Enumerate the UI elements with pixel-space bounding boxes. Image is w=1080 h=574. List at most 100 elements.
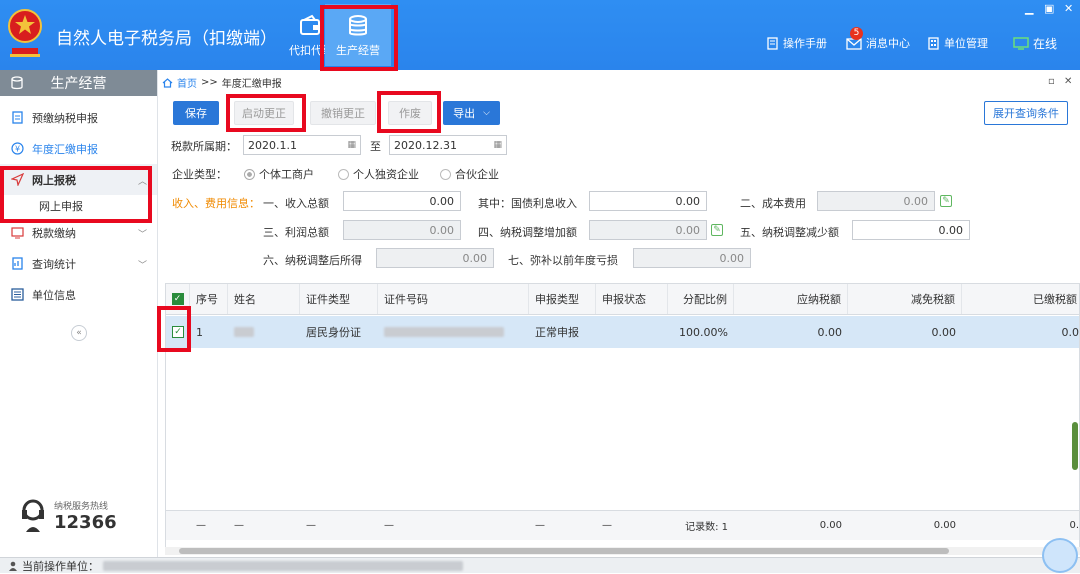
- radio-individual[interactable]: 个体工商户: [244, 166, 314, 182]
- panel-restore-icon[interactable]: ▫: [1048, 76, 1055, 87]
- vertical-scrollbar[interactable]: [1072, 422, 1078, 470]
- column-header: 申报状态: [596, 284, 668, 314]
- sidebar-collapse-button[interactable]: «: [71, 325, 87, 341]
- footer-tax-paid: 0.: [1069, 520, 1079, 531]
- footer-dash: —: [234, 520, 244, 531]
- manual-label: 操作手册: [783, 37, 827, 50]
- sidebar: 生产经营 预缴纳税申报 ¥ 年度汇缴申报 网上报税 ︿ 网上申报 税款缴纳 ﹀ …: [0, 70, 158, 557]
- field-label: 七、弥补以前年度亏损: [508, 254, 618, 267]
- adjusted-income-input: 0.00: [376, 248, 494, 268]
- module-business-tab[interactable]: 生产经营: [325, 4, 391, 66]
- list-icon: [11, 288, 24, 301]
- hotline-label: 纳税服务热线: [54, 502, 109, 512]
- sidebar-item-annual[interactable]: ¥ 年度汇缴申报: [0, 133, 157, 164]
- sidebar-item-label: 年度汇缴申报: [32, 142, 98, 156]
- hotline: 纳税服务热线 12366: [18, 498, 117, 534]
- cell-id-type: 居民身份证: [306, 326, 361, 339]
- online-status[interactable]: 在线: [1013, 35, 1057, 52]
- table-row[interactable]: ✓ 1 居民身份证 正常申报 100.00% 0.00 0.00 0.0: [166, 316, 1080, 348]
- footer-dash: —: [196, 520, 206, 531]
- field-label: 三、利润总额: [263, 226, 329, 239]
- unit-management-button[interactable]: 单位管理: [927, 35, 988, 51]
- column-header: 应纳税额: [734, 284, 848, 314]
- breadcrumb-separator: >>: [201, 77, 218, 88]
- sidebar-subitem-label: 网上申报: [39, 200, 83, 213]
- void-button[interactable]: 作废: [388, 101, 432, 125]
- radio-sole-proprietor[interactable]: 个人独资企业: [338, 166, 419, 182]
- export-label: 导出: [453, 107, 476, 120]
- sidebar-item-online-tax[interactable]: 网上报税 ︿: [0, 164, 157, 195]
- enterprise-type-label: 企业类型：: [172, 168, 227, 181]
- total-income-input[interactable]: 0.00: [343, 191, 461, 211]
- cell-tax-paid: 0.0: [1061, 325, 1080, 339]
- breadcrumb: 首页 >> 年度汇缴申报: [162, 75, 282, 90]
- radio-selected-icon: [244, 169, 255, 180]
- cancel-correction-button[interactable]: 撤销更正: [310, 101, 376, 125]
- period-to-input[interactable]: 2020.12.31 ▦: [389, 135, 507, 155]
- unit-mgmt-label: 单位管理: [944, 37, 988, 50]
- table-header: ✓ 序号 姓名 证件类型 证件号码 申报类型 申报状态 分配比例 应纳税额 减免…: [166, 284, 1079, 315]
- send-icon: [11, 173, 24, 186]
- calendar-icon: ▦: [493, 140, 502, 150]
- footer-record-count: 记录数: 1: [685, 522, 728, 533]
- scrollbar-thumb[interactable]: [179, 548, 949, 554]
- sidebar-item-prepay[interactable]: 预缴纳税申报: [0, 102, 157, 133]
- edit-icon[interactable]: ✎: [940, 195, 952, 207]
- chevron-up-icon: ︿: [137, 177, 147, 187]
- assistant-robot-icon[interactable]: [1042, 538, 1078, 573]
- expand-query-button[interactable]: 展开查询条件: [984, 101, 1068, 125]
- radio-partnership[interactable]: 合伙企业: [440, 166, 499, 182]
- cell-tax-relief: 0.00: [931, 325, 957, 339]
- maximize-icon[interactable]: ▣: [1044, 2, 1054, 15]
- prior-loss-input: 0.00: [633, 248, 751, 268]
- minimize-icon[interactable]: ▁: [1025, 2, 1033, 15]
- tax-increase-input: 0.00: [589, 220, 707, 240]
- export-button[interactable]: 导出 ⌵: [443, 101, 500, 125]
- sidebar-item-unit-info[interactable]: 单位信息: [0, 279, 157, 310]
- clipboard-icon: [12, 111, 23, 124]
- column-header: 已缴税额: [1033, 293, 1077, 306]
- coins-icon: [349, 15, 367, 36]
- edit-icon[interactable]: ✎: [711, 224, 723, 236]
- app-title: 自然人电子税务局（扣缴端）: [56, 29, 277, 49]
- chevron-down-icon: ⌵: [483, 108, 490, 118]
- bond-interest-input[interactable]: 0.00: [589, 191, 707, 211]
- manual-button[interactable]: 操作手册: [766, 35, 827, 51]
- svg-text:¥: ¥: [15, 145, 20, 154]
- chevron-down-icon: ﹀: [137, 230, 147, 240]
- tax-decrease-input[interactable]: 0.00: [852, 220, 970, 240]
- cell-name: [234, 316, 254, 348]
- close-icon[interactable]: ✕: [1064, 2, 1073, 15]
- start-correction-button[interactable]: 启动更正: [234, 101, 294, 125]
- column-header: 姓名: [228, 284, 300, 314]
- table-footer: — — — — — — 记录数: 1 0.00 0.00 0.: [166, 510, 1079, 540]
- monitor-icon: [1013, 37, 1029, 50]
- save-button[interactable]: 保存: [173, 101, 219, 125]
- module-label: 生产经营: [336, 44, 380, 57]
- column-header: 序号: [190, 284, 228, 314]
- messages-label: 消息中心: [866, 37, 910, 50]
- select-all-checkbox[interactable]: ✓: [166, 284, 190, 314]
- period-from-input[interactable]: 2020.1.1 ▦: [243, 135, 361, 155]
- chevron-down-icon: ﹀: [137, 261, 147, 271]
- column-header: 分配比例: [668, 284, 734, 314]
- row-checkbox[interactable]: ✓: [166, 316, 190, 348]
- sidebar-subitem-online-declare[interactable]: 网上申报: [0, 195, 157, 217]
- sidebar-item-query[interactable]: 查询统计 ﹀: [0, 248, 157, 279]
- field-label: 五、纳税调整减少额: [740, 226, 839, 239]
- top-bar: 自然人电子税务局（扣缴端） 代扣代缴 生产经营 操作手册 消息中心 5 单位管理…: [0, 0, 1080, 70]
- footer-tax-relief: 0.00: [933, 520, 956, 531]
- home-icon: [162, 77, 173, 88]
- yen-circle-icon: ¥: [11, 142, 24, 155]
- horizontal-scrollbar[interactable]: [165, 547, 1080, 555]
- sidebar-header: 生产经营: [0, 70, 157, 96]
- breadcrumb-home[interactable]: 首页: [177, 75, 197, 90]
- panel-close-icon[interactable]: ✕: [1064, 76, 1072, 87]
- period-label: 税款所属期：: [171, 140, 237, 153]
- footer-dash: —: [535, 520, 545, 531]
- message-count-badge: 5: [850, 27, 863, 40]
- sidebar-item-tax-payment[interactable]: 税款缴纳 ﹀: [0, 217, 157, 248]
- checkbox-checked-icon: ✓: [172, 326, 184, 338]
- building-icon: [928, 36, 939, 50]
- footer-dash: —: [384, 520, 394, 531]
